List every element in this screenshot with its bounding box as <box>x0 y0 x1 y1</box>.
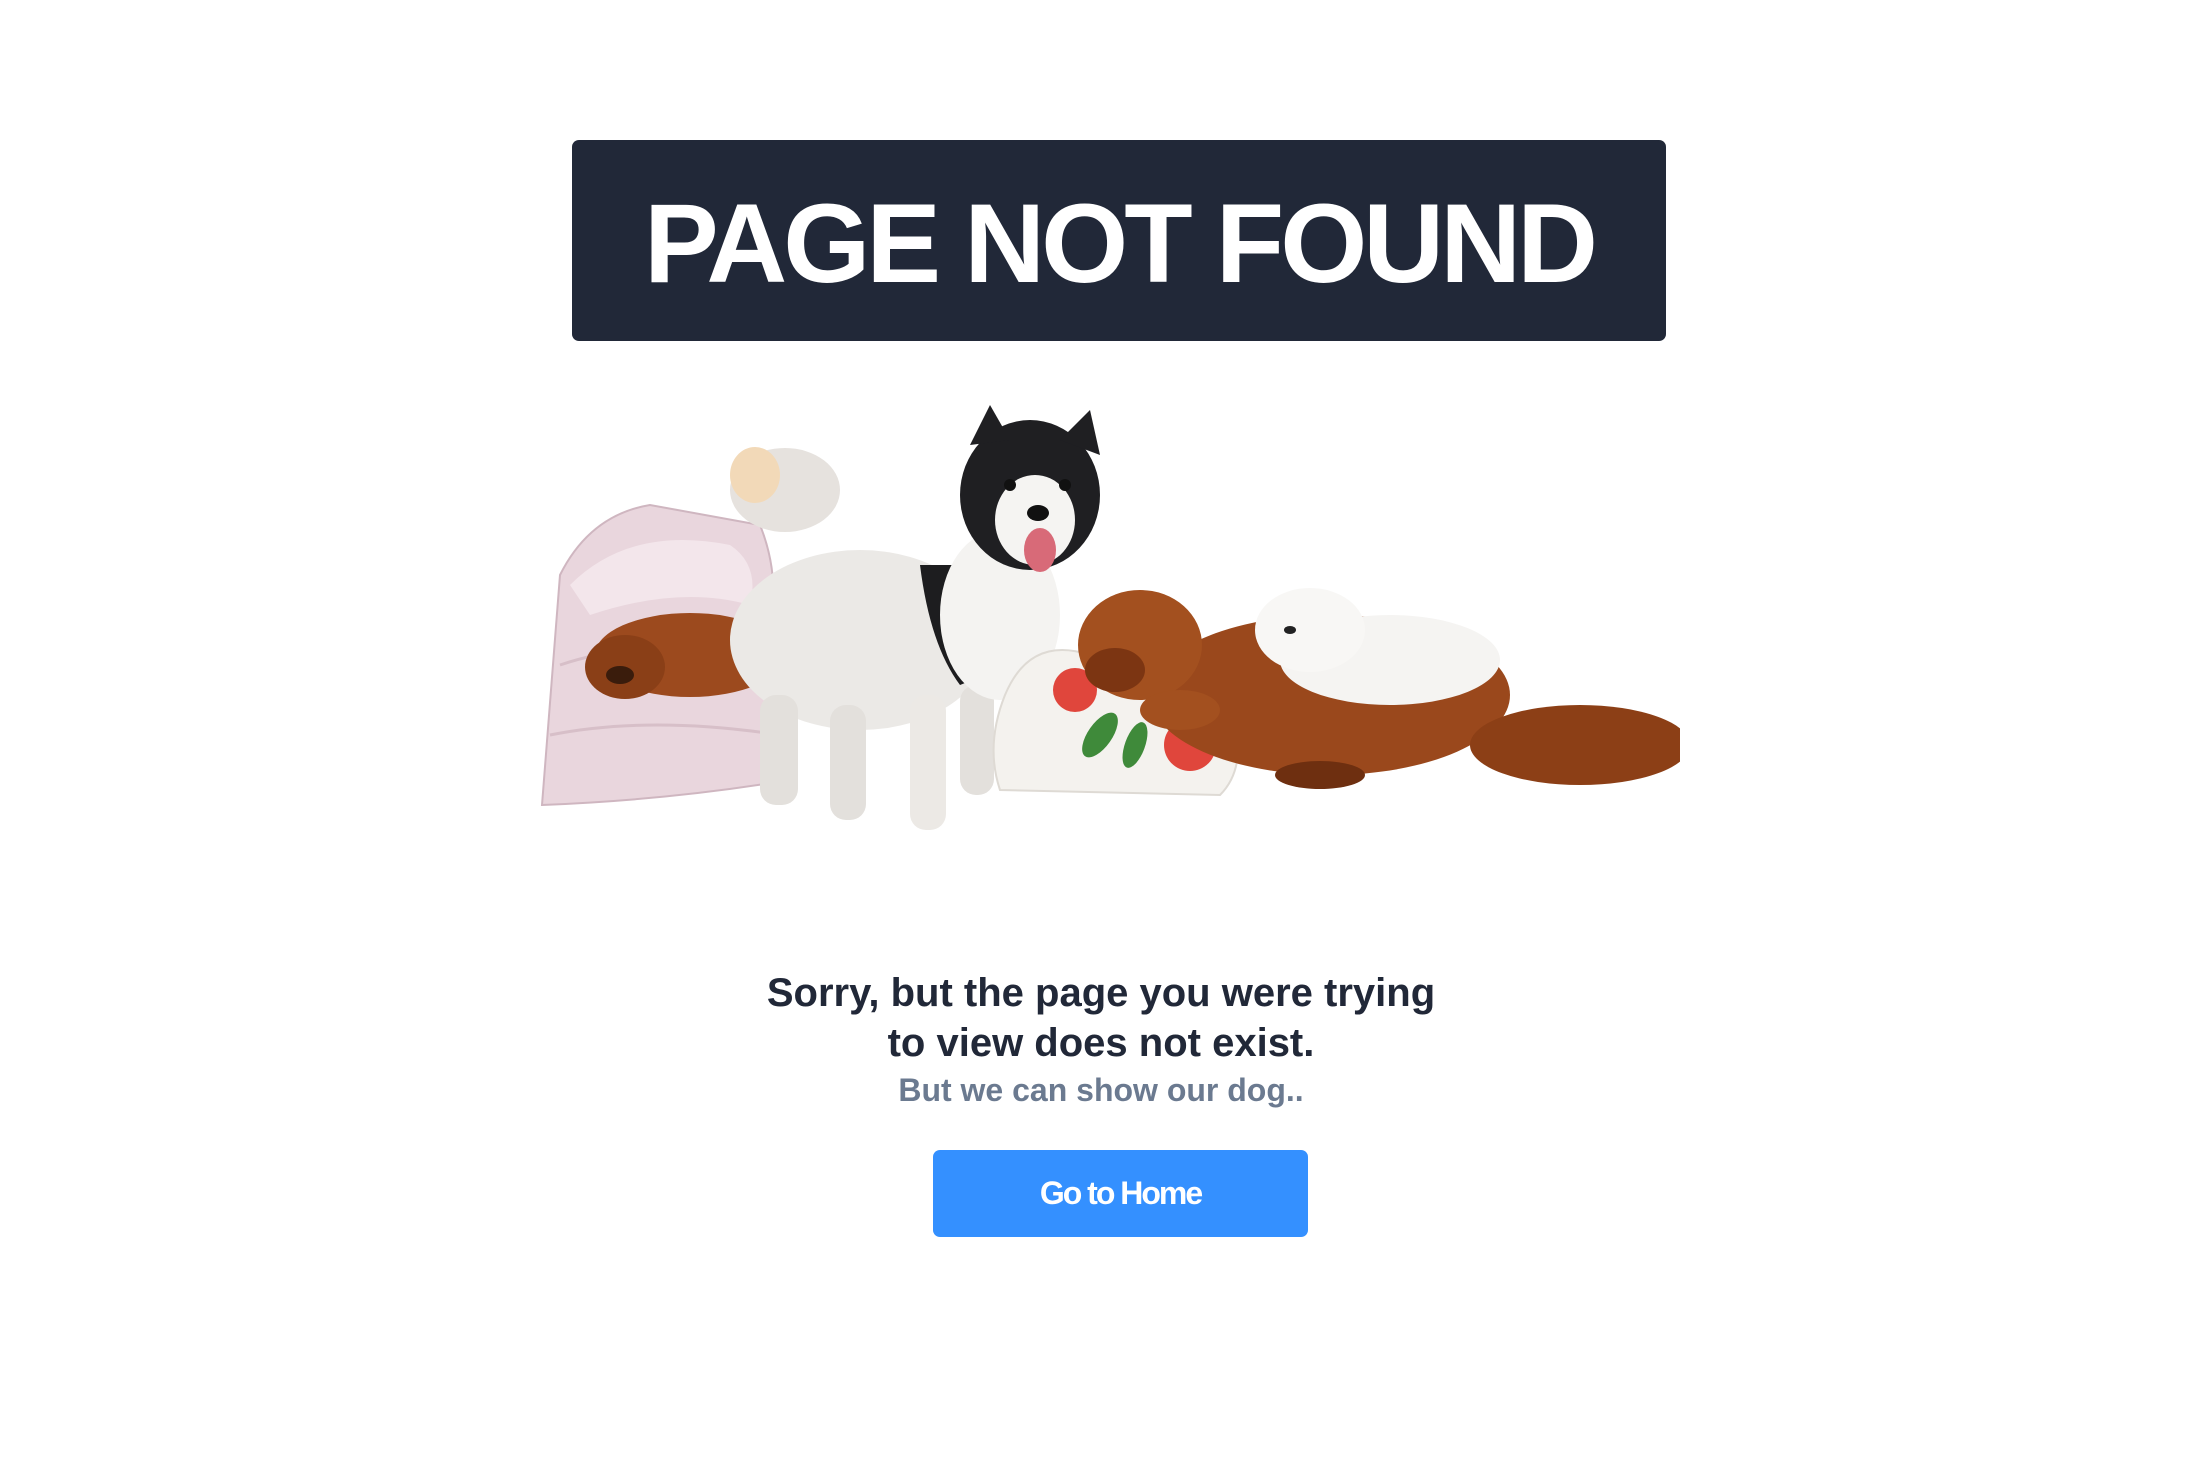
dogs-illustration <box>530 405 1680 855</box>
dogs-icon <box>540 405 1680 830</box>
go-to-home-button[interactable]: Go to Home <box>933 1150 1308 1237</box>
error-message: Sorry, but the page you were trying to v… <box>0 968 2202 1110</box>
page-title-banner: PAGE NOT FOUND <box>572 140 1666 341</box>
error-message-line-2: to view does not exist. <box>887 1021 1315 1065</box>
not-found-page: PAGE NOT FOUND Sorry, but the page you w… <box>0 0 2202 1476</box>
error-message-line-1: Sorry, but the page you were trying <box>766 971 1436 1015</box>
page-title: PAGE NOT FOUND <box>644 180 1598 306</box>
dog-tail-icon <box>730 447 840 532</box>
error-subtitle: But we can show our dog.. <box>898 1072 1304 1108</box>
